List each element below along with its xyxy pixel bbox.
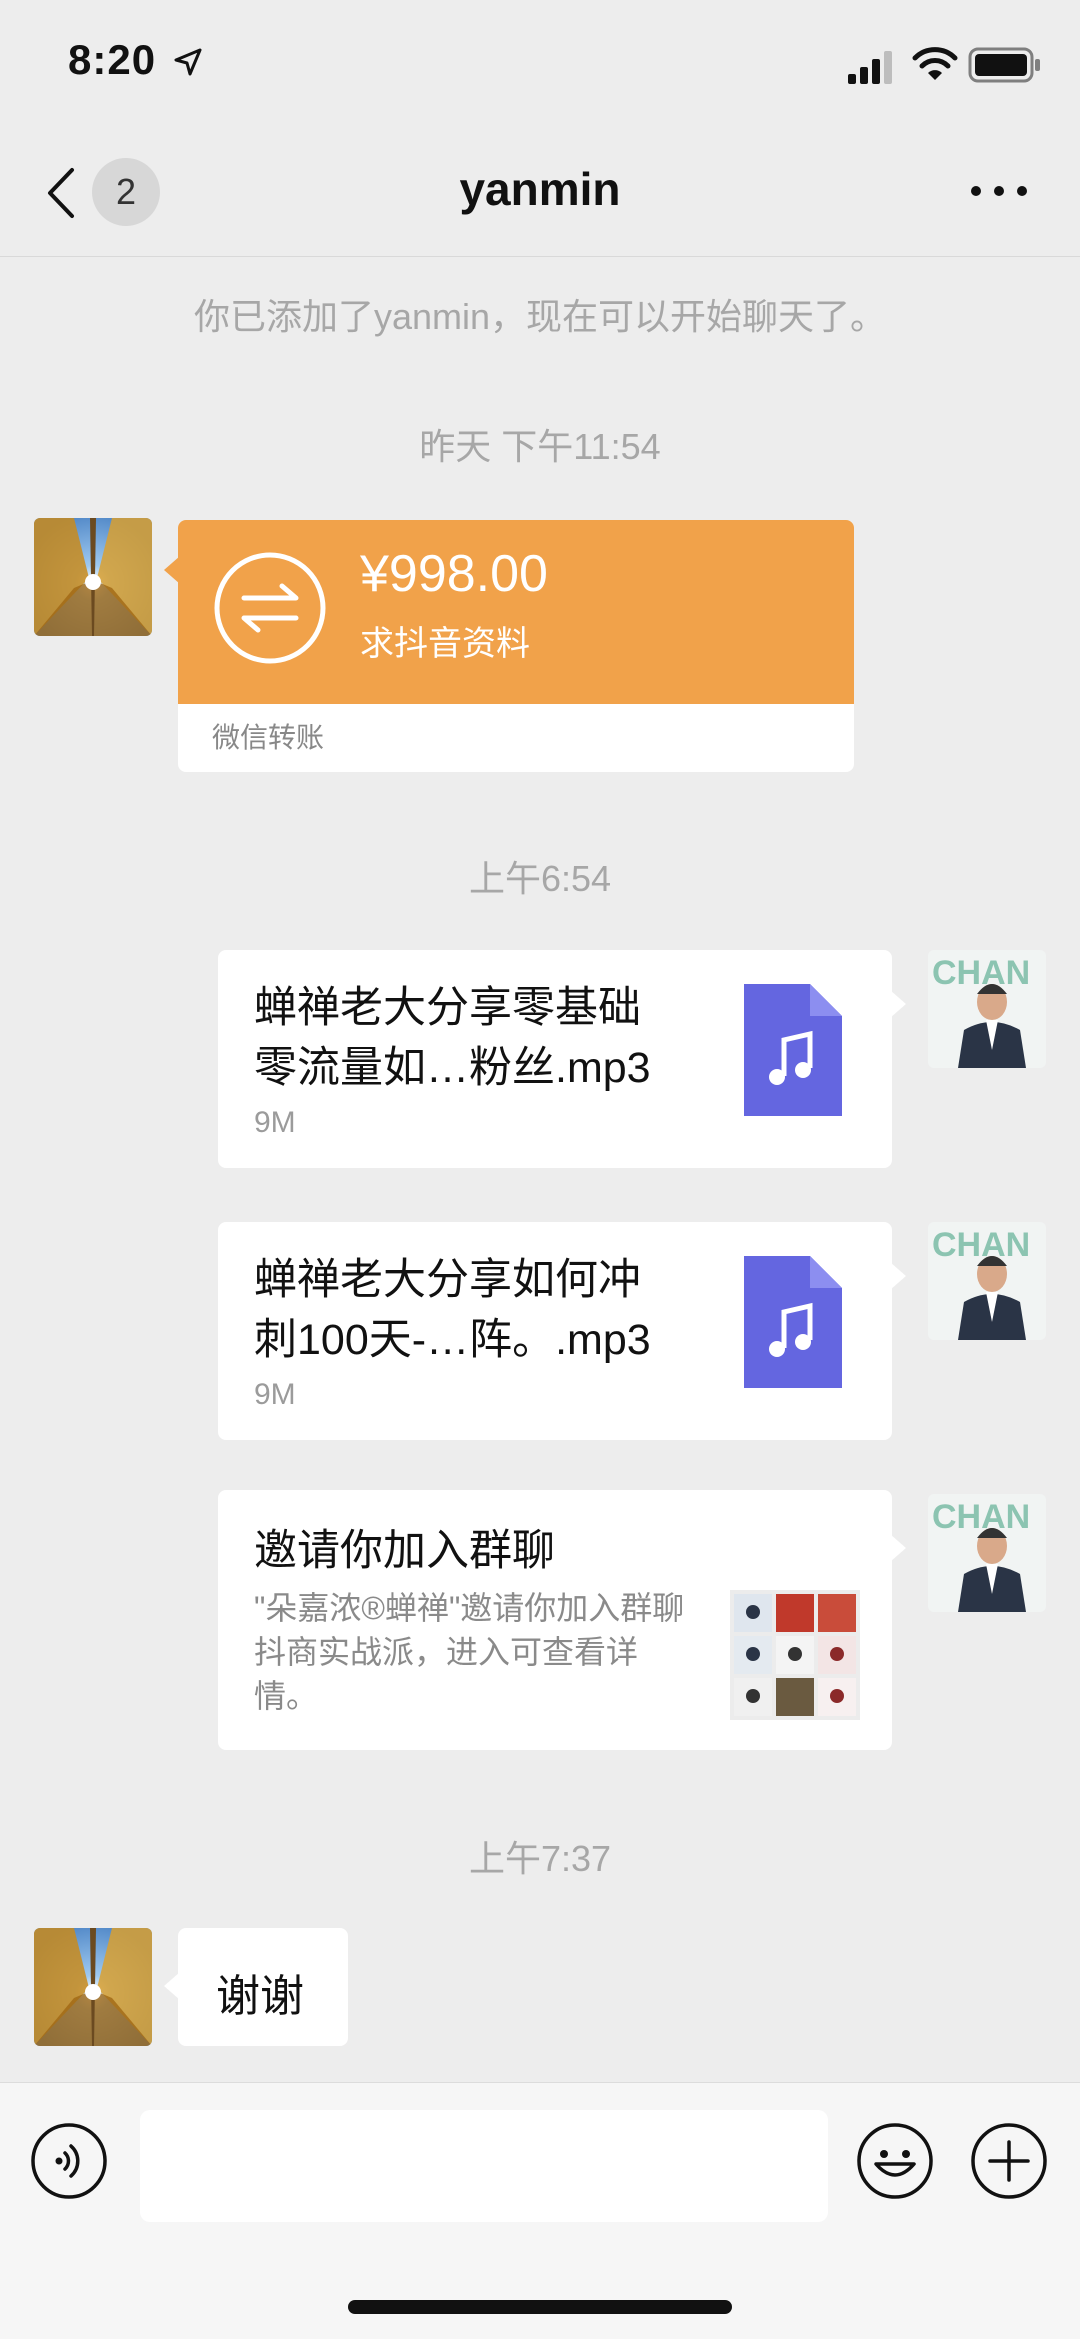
music-file-icon (744, 1256, 842, 1388)
timestamp: 昨天 下午11:54 (419, 426, 661, 467)
status-time: 8:20 (68, 36, 157, 83)
transfer-footer: 微信转账 (212, 722, 325, 753)
signal-icon (848, 51, 892, 84)
avatar-text: CHAN (932, 954, 1030, 992)
battery-icon (968, 47, 1040, 83)
file-name-line: 蝉禅老大分享如何冲 (254, 1256, 641, 1304)
message-input[interactable] (140, 2110, 828, 2222)
my-avatar[interactable]: CHAN (928, 950, 1046, 1068)
transfer-amount: ¥998.00 (360, 545, 548, 603)
bubble-tail (890, 1534, 906, 1562)
contact-avatar[interactable] (34, 1928, 152, 2046)
system-notice: 你已添加了yanmin，现在可以开始聊天了。 (193, 296, 887, 337)
plus-icon[interactable] (970, 2122, 1048, 2200)
text-message[interactable]: 谢谢 (178, 1928, 348, 2046)
file-name-line: 蝉禅老大分享零基础 (254, 984, 641, 1032)
file-name: 蝉禅老大分享零基础 零流量如…粉丝.mp3 (254, 978, 714, 1098)
file-size: 9M (254, 1106, 296, 1139)
file-message[interactable]: 蝉禅老大分享零基础 零流量如…粉丝.mp3 9M (218, 950, 892, 1168)
transfer-arrows-icon (214, 552, 326, 664)
chat-title: yanmin (459, 163, 621, 215)
invite-title: 邀请你加入群聊 (254, 1527, 555, 1575)
contact-avatar[interactable] (34, 518, 152, 636)
file-name: 蝉禅老大分享如何冲 刺100天-…阵。.mp3 (254, 1250, 714, 1370)
my-avatar[interactable]: CHAN (928, 1494, 1046, 1612)
group-invite-card[interactable]: 邀请你加入群聊 "朵嘉浓®蝉禅"邀请你加入群聊抖商实战派，进入可查看详情。 (218, 1490, 892, 1750)
emoji-icon[interactable] (856, 2122, 934, 2200)
group-avatar-grid (730, 1590, 860, 1720)
back-chevron-icon[interactable] (44, 166, 78, 220)
file-message[interactable]: 蝉禅老大分享如何冲 刺100天-…阵。.mp3 9M (218, 1222, 892, 1440)
timestamp: 上午6:54 (468, 858, 612, 899)
file-name-line: 刺100天-…阵。.mp3 (254, 1316, 651, 1364)
wifi-icon (912, 47, 958, 80)
more-dots-icon[interactable] (964, 176, 1034, 206)
transfer-memo: 求抖音资料 (360, 625, 530, 663)
avatar-text: CHAN (932, 1226, 1030, 1264)
voice-icon[interactable] (30, 2122, 108, 2200)
transfer-card[interactable]: ¥998.00 求抖音资料 微信转账 (178, 520, 854, 772)
home-indicator (348, 2300, 732, 2314)
location-arrow-icon (174, 48, 202, 76)
bubble-tail (890, 1262, 906, 1290)
file-name-line: 零流量如…粉丝.mp3 (254, 1044, 651, 1092)
avatar-text: CHAN (932, 1498, 1030, 1536)
file-size: 9M (254, 1378, 296, 1411)
invite-description: "朵嘉浓®蝉禅"邀请你加入群聊抖商实战派，进入可查看详情。 (254, 1590, 685, 1714)
timestamp: 上午7:37 (468, 1838, 612, 1879)
my-avatar[interactable]: CHAN (928, 1222, 1046, 1340)
message-text: 谢谢 (216, 1972, 304, 2021)
bubble-tail (890, 990, 906, 1018)
unread-badge[interactable]: 2 (92, 158, 160, 226)
music-file-icon (744, 984, 842, 1116)
